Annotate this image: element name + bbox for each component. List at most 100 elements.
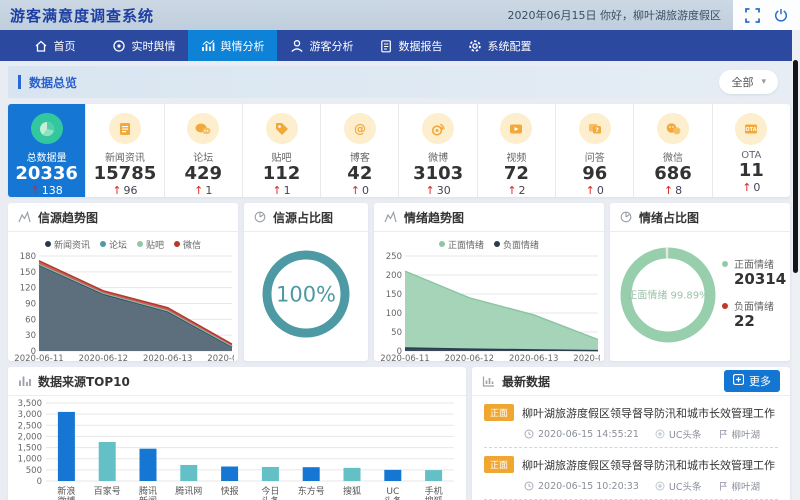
nav-item-4[interactable]: 游客分析 (277, 30, 366, 61)
nav-item-2[interactable]: 实时舆情 (99, 30, 188, 61)
news-title-row: 正面柳叶湖旅游度假区领导督导防汛和城市长效管理工作 (484, 404, 778, 421)
stat-card-5[interactable]: @博客42↑0 (321, 104, 399, 197)
legend-item[interactable]: 新闻资讯 (45, 237, 90, 251)
stat-change: ↑1 (194, 184, 212, 197)
emotion-pie-chart: 正面情绪 99.89% 正面情绪20314负面情绪22 (610, 232, 790, 361)
news-item-2[interactable]: 正面柳叶湖旅游度假区领导督导防汛和城市长效管理工作2020-06-15 10:2… (484, 448, 778, 500)
legend-label: 论坛 (109, 238, 127, 251)
filter-dropdown[interactable]: 全部 ▾ (719, 70, 778, 94)
news-meta-row: 2020-06-15 10:20:33UC头条柳叶湖 (524, 479, 778, 493)
legend-label: 负面情绪 (734, 298, 774, 313)
stat-change: ↑0 (586, 184, 604, 197)
legend-value: 20314 (734, 271, 786, 288)
power-icon[interactable] (774, 8, 788, 22)
analysis-icon (201, 39, 215, 53)
legend-item[interactable]: 负面情绪 (494, 237, 539, 251)
legend-item[interactable]: 微信 (174, 237, 201, 251)
news-site-text: 柳叶湖 (732, 427, 761, 441)
stat-change: ↑30 (426, 184, 451, 197)
stat-card-4[interactable]: 贴吧112↑1 (243, 104, 321, 197)
scrollbar-thumb[interactable] (793, 60, 798, 273)
legend-dot (45, 241, 51, 247)
news-item-1[interactable]: 正面柳叶湖旅游度假区领导督导防汛和城市长效管理工作 2020-06-15 14:5… (484, 396, 778, 448)
panel-header: 信源趋势图 (8, 203, 238, 232)
stat-card-10[interactable]: OTAOTA11↑0 (713, 104, 790, 197)
svg-text:1,000: 1,000 (18, 455, 42, 465)
stat-card-9[interactable]: 微信686↑8 (634, 104, 712, 197)
panel-title: 信源占比图 (273, 209, 333, 226)
trend-chart-icon (18, 208, 31, 227)
pie-legend-entry[interactable]: 负面情绪22 (722, 298, 786, 330)
svg-text:2020-06-14: 2020-06-14 (573, 354, 600, 361)
svg-text:搜狐: 搜狐 (343, 485, 361, 497)
topbar-actions (733, 0, 800, 30)
up-arrow-icon: ↑ (507, 184, 516, 197)
pie-chart-icon (254, 208, 266, 227)
panel-header: 情绪趋势图 (374, 203, 604, 232)
news-title: 柳叶湖旅游度假区领导督导防汛和城市长效管理工作 (522, 457, 775, 473)
section-header: 数据总览 全部 ▾ (8, 66, 790, 98)
news-icon (117, 121, 133, 137)
source-pie-chart: 100% (244, 232, 368, 361)
up-arrow-icon: ↑ (194, 184, 203, 197)
stat-card-8[interactable]: ?问答96↑0 (556, 104, 634, 197)
stat-icon-wrap: OTA (735, 113, 767, 145)
panel-header: 数据来源TOP10 (8, 367, 466, 396)
svg-text:150: 150 (20, 268, 36, 278)
panel-header: 最新数据 更多 (472, 367, 790, 396)
legend-dot (439, 241, 445, 247)
stat-label: 视频 (506, 149, 526, 164)
top10-bar-chart: 05001,0001,5002,0002,5003,0003,500新浪微博百家… (8, 396, 466, 500)
more-button[interactable]: 更多 (724, 370, 780, 392)
fullscreen-icon[interactable] (745, 8, 760, 23)
svg-text:百家号: 百家号 (94, 485, 121, 497)
stat-change-value: 0 (753, 181, 760, 194)
stat-card-3[interactable]: 论坛429↑1 (165, 104, 243, 197)
svg-text:2020-06-12: 2020-06-12 (79, 354, 128, 361)
svg-text:180: 180 (20, 252, 36, 262)
svg-text:2,500: 2,500 (18, 421, 42, 431)
trend-chart-icon (384, 208, 397, 227)
stat-value: 686 (654, 164, 692, 184)
svg-text:2020-06-11: 2020-06-11 (380, 354, 429, 361)
pie-legend-entry[interactable]: 正面情绪20314 (722, 256, 786, 288)
nav-item-3[interactable]: 舆情分析 (188, 30, 277, 61)
visitor-icon (290, 39, 304, 53)
emotion-trend-chart: 0501001502002502020-06-112020-06-122020-… (374, 251, 604, 361)
news-time-text: 2020-06-15 14:55:21 (538, 429, 639, 440)
svg-text:3,500: 3,500 (18, 399, 42, 409)
nav-item-5[interactable]: 数据报告 (366, 30, 455, 61)
legend-dot (722, 261, 728, 267)
stat-card-1[interactable]: 总数据量20336↑138 (8, 104, 86, 197)
stat-icon-wrap (31, 113, 63, 144)
wechat-icon (665, 121, 682, 137)
nav-item-1[interactable]: 首页 (10, 30, 99, 61)
legend-label: 新闻资讯 (54, 238, 90, 251)
scrollbar-track[interactable] (792, 30, 800, 500)
legend-item[interactable]: 正面情绪 (439, 237, 484, 251)
legend-item[interactable]: 贴吧 (137, 237, 164, 251)
up-arrow-icon: ↑ (272, 184, 281, 197)
legend-item[interactable]: 论坛 (100, 237, 127, 251)
nav-item-6[interactable]: 系统配置 (455, 30, 544, 61)
legend-dot (100, 241, 106, 247)
stat-change: ↑96 (112, 184, 137, 197)
weibo-icon (430, 121, 446, 137)
svg-text:150: 150 (386, 290, 402, 300)
stat-change-value: 8 (675, 184, 682, 197)
main-nav: 首页实时舆情舆情分析游客分析数据报告系统配置 (0, 30, 800, 61)
stat-card-7[interactable]: 视频72↑2 (478, 104, 556, 197)
svg-text:今日头条: 今日头条 (261, 485, 279, 500)
stat-card-6[interactable]: 微博3103↑30 (399, 104, 477, 197)
stat-icon-wrap (657, 113, 689, 144)
stat-card-2[interactable]: 新闻资讯15785↑96 (86, 104, 164, 197)
stat-value: 3103 (413, 164, 463, 184)
qa-icon: ? (587, 121, 603, 137)
stat-value: 429 (184, 164, 222, 184)
panel-title: 信源趋势图 (38, 209, 98, 226)
panel-title: 数据来源TOP10 (38, 373, 130, 390)
legend-dot (494, 241, 500, 247)
stat-label: 问答 (585, 149, 605, 164)
svg-text:500: 500 (26, 466, 42, 476)
more-label: 更多 (749, 373, 771, 389)
